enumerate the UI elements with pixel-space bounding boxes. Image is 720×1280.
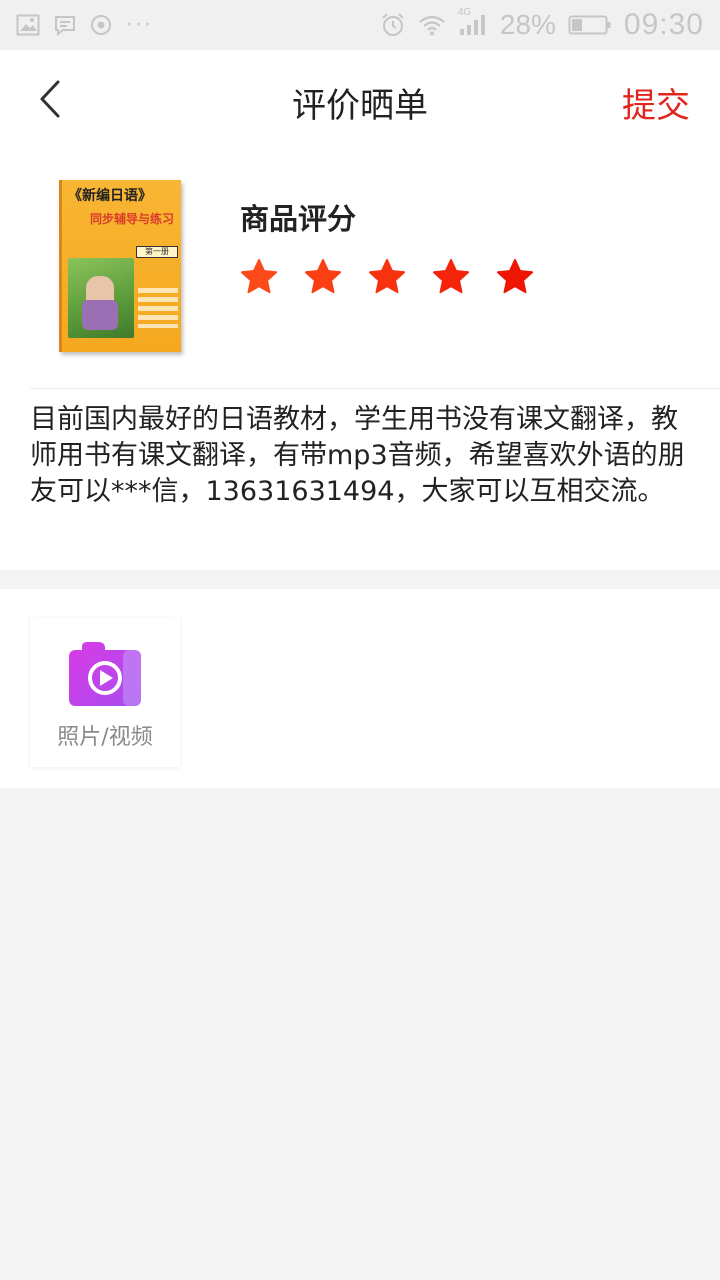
- status-bar-right: 4G 28% 09:30: [380, 7, 704, 42]
- product-image: 《新编日语》 同步辅导与练习 第一册: [59, 180, 181, 352]
- media-upload-section: 照片/视频: [0, 589, 720, 788]
- product-cover-badge: 第一册: [136, 246, 178, 258]
- star-1-icon[interactable]: [240, 258, 278, 296]
- product-rating-label: 商品评分: [240, 202, 357, 236]
- clock: 09:30: [623, 8, 704, 41]
- star-2-icon[interactable]: [304, 258, 342, 296]
- more-notifications-indicator: ···: [126, 12, 153, 38]
- camera-video-icon: [69, 642, 141, 706]
- review-card: 《新编日语》 同步辅导与练习 第一册 商品评分 目前国内最好的日语教材，学生用书…: [0, 146, 720, 570]
- product-cover-subtitle: 同步辅导与练习: [90, 212, 175, 226]
- add-photo-video-button[interactable]: 照片/视频: [30, 617, 180, 767]
- divider: [30, 388, 720, 389]
- signal-icon: 4G: [458, 7, 488, 37]
- top-nav-bar: 评价晒单 提交: [0, 50, 720, 146]
- page-title: 评价晒单: [292, 86, 428, 126]
- network-type-label: 4G: [457, 7, 472, 18]
- battery-percent: 28%: [499, 9, 556, 40]
- star-5-icon[interactable]: [496, 258, 534, 296]
- cover-tags: [138, 288, 178, 328]
- review-text-input[interactable]: 目前国内最好的日语教材，学生用书没有课文翻译，教师用书有课文翻译，有带mp3音频…: [30, 402, 690, 510]
- location-icon: [90, 14, 112, 36]
- status-bar-left: ···: [16, 13, 153, 38]
- cover-person-shirt: [82, 300, 118, 330]
- submit-button[interactable]: 提交: [622, 78, 690, 127]
- product-cover-title: 《新编日语》: [68, 188, 152, 204]
- battery-icon: [568, 14, 612, 36]
- status-bar: ··· 4G 28% 09:30: [0, 0, 720, 50]
- star-4-icon[interactable]: [432, 258, 470, 296]
- add-photo-video-label: 照片/视频: [57, 725, 153, 750]
- alarm-icon: [380, 12, 406, 38]
- wifi-icon: [418, 14, 446, 36]
- message-icon: [54, 14, 76, 36]
- star-3-icon[interactable]: [368, 258, 406, 296]
- image-icon: [16, 14, 40, 36]
- star-rating[interactable]: [240, 258, 534, 296]
